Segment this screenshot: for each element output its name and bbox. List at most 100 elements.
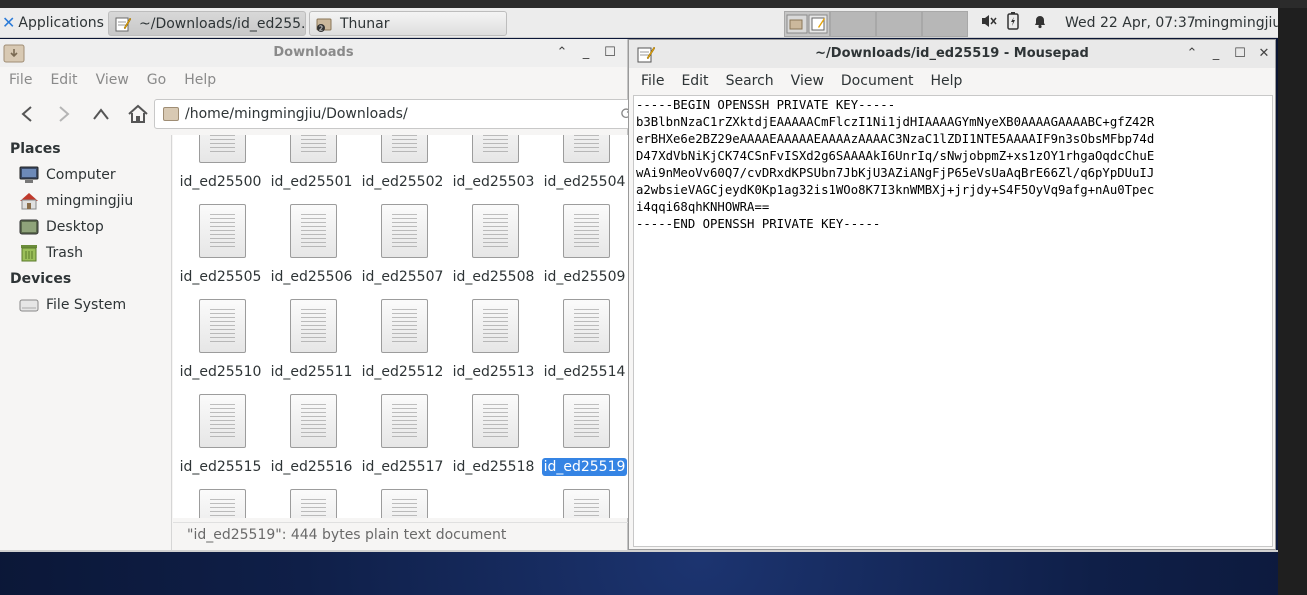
- mousepad-menu-help[interactable]: Help: [930, 73, 962, 89]
- devices-heading: Devices: [10, 271, 72, 287]
- sidebar-item-computer[interactable]: Computer: [0, 162, 171, 188]
- file-item-partial[interactable]: [175, 477, 266, 518]
- text-document-icon: [199, 489, 246, 518]
- sidebar-item-desktop[interactable]: Desktop: [0, 214, 171, 240]
- sidebar-item-home[interactable]: mingmingjiu: [0, 188, 171, 214]
- mousepad-menu-view[interactable]: View: [791, 73, 824, 89]
- mousepad-shade-icon[interactable]: ⌃: [1183, 44, 1201, 62]
- thunar-statusbar: "id_ed25519": 444 bytes plain text docum…: [173, 522, 628, 550]
- applications-menu[interactable]: ✕ Applications ⋮: [0, 8, 119, 38]
- text-document-icon: [472, 394, 519, 448]
- file-name: id_ed25516: [266, 459, 357, 475]
- thunar-window: Downloads ⌃ _ ☐ File Edit View Go Help /…: [0, 39, 634, 550]
- trash-icon: [19, 244, 39, 262]
- task-mousepad[interactable]: ~/Downloads/id_ed255...: [108, 11, 306, 36]
- drive-icon: [19, 296, 39, 314]
- file-item[interactable]: id_ed25514: [539, 287, 628, 382]
- file-name: id_ed25513: [448, 364, 539, 380]
- thunar-shade-icon[interactable]: ⌃: [553, 43, 571, 61]
- panel-clock[interactable]: Wed 22 Apr, 07:37: [1065, 8, 1196, 38]
- mousepad-minimize-icon[interactable]: _: [1207, 44, 1225, 62]
- back-arrow-icon[interactable]: [12, 99, 42, 129]
- panel-user-menu[interactable]: mingmingjiu: [1194, 8, 1278, 38]
- workspace-3[interactable]: [876, 11, 922, 37]
- file-name-text: id_ed25500: [179, 174, 262, 190]
- location-bar[interactable]: /home/mingmingjiu/Downloads/ ⟳: [154, 99, 634, 129]
- mousepad-titlebar[interactable]: ~/Downloads/id_ed25519 - Mousepad ⌃ _ ☐ …: [629, 40, 1275, 68]
- text-document-icon: [381, 489, 428, 518]
- mousepad-menubar: File Edit Search View Document Help: [629, 68, 1275, 94]
- file-item[interactable]: id_ed25511: [266, 287, 357, 382]
- file-name: id_ed25509: [539, 269, 628, 285]
- file-item[interactable]: id_ed25519: [539, 382, 628, 477]
- notifications-bell-icon[interactable]: [1032, 13, 1050, 33]
- volume-muted-icon[interactable]: [980, 13, 1000, 33]
- file-item[interactable]: id_ed25507: [357, 192, 448, 287]
- file-name: id_ed25514: [539, 364, 628, 380]
- battery-icon[interactable]: [1006, 12, 1024, 34]
- file-name: id_ed25518: [448, 459, 539, 475]
- thunar-menu-edit[interactable]: Edit: [50, 72, 77, 88]
- file-name: id_ed25519: [539, 458, 628, 476]
- thunar-minimize-icon[interactable]: _: [577, 43, 595, 61]
- thunar-menu-help[interactable]: Help: [184, 72, 216, 88]
- file-item[interactable]: id_ed25513: [448, 287, 539, 382]
- user-home-icon: [19, 192, 39, 210]
- file-item[interactable]: id_ed25512: [357, 287, 448, 382]
- workspace-4[interactable]: [922, 11, 968, 37]
- workspace-1[interactable]: [784, 11, 830, 37]
- mousepad-window-controls: ⌃ _ ☐ ✕: [1183, 44, 1273, 62]
- system-tray: [980, 8, 1050, 38]
- file-item[interactable]: id_ed25516: [266, 382, 357, 477]
- sidebar-label-computer: Computer: [46, 167, 116, 183]
- file-item[interactable]: id_ed25503: [448, 135, 539, 192]
- home-icon[interactable]: [123, 99, 153, 129]
- file-item-partial[interactable]: [266, 477, 357, 518]
- file-item[interactable]: id_ed25518: [448, 382, 539, 477]
- top-panel: ✕ Applications ⋮ ~/Downloads/id_ed255...…: [0, 8, 1278, 38]
- task-thunar[interactable]: 2 Thunar: [309, 11, 507, 36]
- workspace-2[interactable]: [830, 11, 876, 37]
- file-name: id_ed25502: [357, 174, 448, 190]
- text-editor-area[interactable]: -----BEGIN OPENSSH PRIVATE KEY----- b3Bl…: [633, 95, 1273, 547]
- file-item[interactable]: id_ed25500: [175, 135, 266, 192]
- mousepad-menu-file[interactable]: File: [641, 73, 664, 89]
- file-item[interactable]: id_ed25517: [357, 382, 448, 477]
- file-item[interactable]: id_ed25515: [175, 382, 266, 477]
- file-item[interactable]: id_ed25510: [175, 287, 266, 382]
- file-item[interactable]: id_ed25505: [175, 192, 266, 287]
- location-folder-icon: [163, 107, 179, 121]
- forward-arrow-icon[interactable]: [49, 99, 79, 129]
- file-item[interactable]: id_ed25509: [539, 192, 628, 287]
- text-document-icon: [472, 299, 519, 353]
- sidebar-item-trash[interactable]: Trash: [0, 240, 171, 266]
- thunar-window-controls: ⌃ _ ☐: [553, 43, 619, 61]
- thunar-menu-go[interactable]: Go: [147, 72, 166, 88]
- mousepad-menu-search[interactable]: Search: [726, 73, 774, 89]
- desktop-icon: [19, 218, 39, 236]
- thunar-maximize-icon[interactable]: ☐: [601, 43, 619, 61]
- file-item[interactable]: id_ed25502: [357, 135, 448, 192]
- file-name: id_ed25503: [448, 174, 539, 190]
- thunar-menu-view[interactable]: View: [96, 72, 129, 88]
- sidebar-label-trash: Trash: [46, 245, 83, 261]
- thunar-toolbar: /home/mingmingjiu/Downloads/ ⟳: [0, 93, 634, 135]
- parent-folder-up-icon[interactable]: [86, 99, 116, 129]
- mousepad-close-icon[interactable]: ✕: [1255, 44, 1273, 62]
- thunar-titlebar[interactable]: Downloads ⌃ _ ☐: [0, 39, 627, 67]
- mousepad-menu-document[interactable]: Document: [841, 73, 914, 89]
- mousepad-title: ~/Downloads/id_ed25519 - Mousepad: [815, 46, 1089, 61]
- file-item[interactable]: id_ed25506: [266, 192, 357, 287]
- file-item-partial[interactable]: [357, 477, 448, 518]
- file-item[interactable]: id_ed25501: [266, 135, 357, 192]
- file-icon-view[interactable]: id_ed25500 id_ed25501 id_ed25502 id_ed25503…: [173, 135, 628, 518]
- file-item[interactable]: id_ed25504: [539, 135, 628, 192]
- file-name: id_ed25517: [357, 459, 448, 475]
- mousepad-maximize-icon[interactable]: ☐: [1231, 44, 1249, 62]
- text-document-icon: [381, 299, 428, 353]
- file-item[interactable]: id_ed25508: [448, 192, 539, 287]
- mousepad-menu-edit[interactable]: Edit: [681, 73, 708, 89]
- file-item-partial[interactable]: [539, 477, 628, 518]
- thunar-menu-file[interactable]: File: [9, 72, 32, 88]
- sidebar-item-filesystem[interactable]: File System: [0, 292, 171, 318]
